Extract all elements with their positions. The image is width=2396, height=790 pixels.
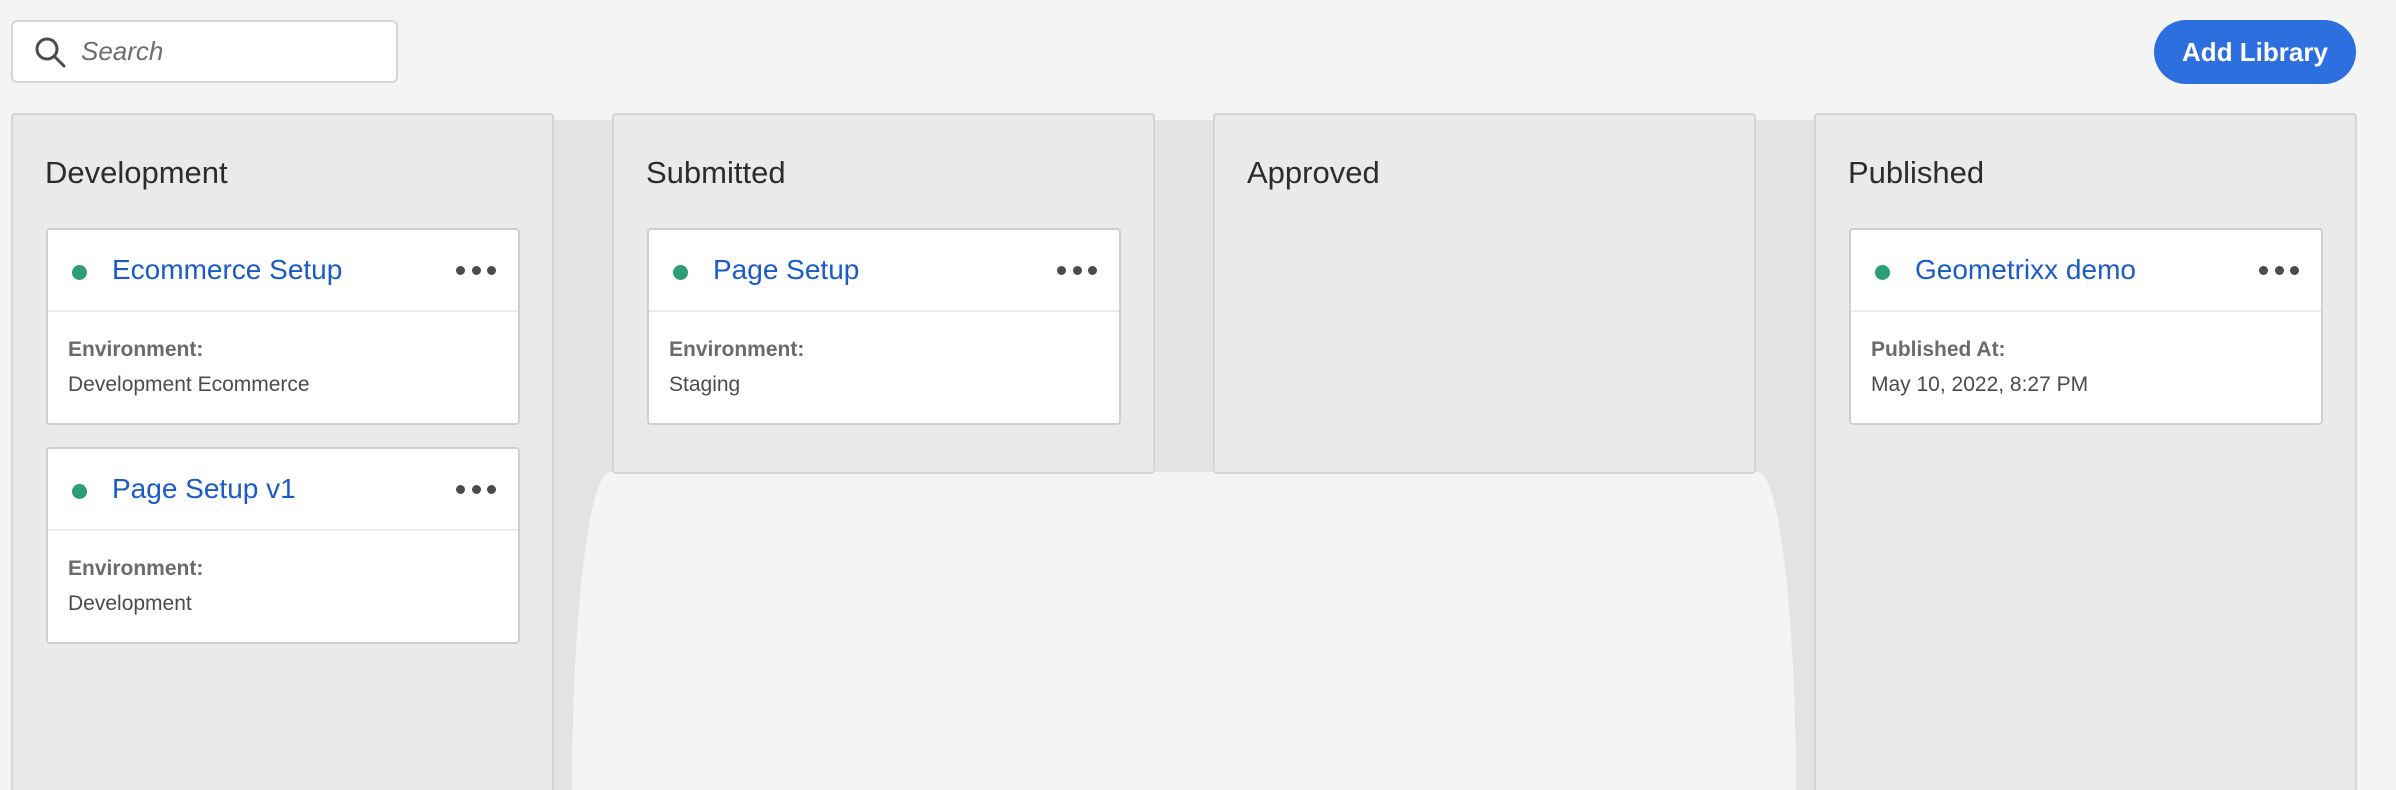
column-development: Development Ecommerce Setup Environment:… bbox=[11, 113, 554, 790]
status-dot-icon bbox=[673, 265, 688, 280]
status-dot-icon bbox=[72, 484, 87, 499]
status-dot-icon bbox=[72, 265, 87, 280]
workflow-connector-gap bbox=[572, 472, 1796, 790]
library-card: Page Setup Environment: Staging bbox=[647, 228, 1121, 425]
card-meta-label: Published At: bbox=[1871, 338, 2006, 361]
card-title-link[interactable]: Ecommerce Setup bbox=[112, 254, 342, 286]
card-meta-value: Staging bbox=[669, 373, 741, 396]
more-actions-icon[interactable] bbox=[456, 477, 496, 501]
more-actions-icon[interactable] bbox=[456, 258, 496, 282]
column-title: Approved bbox=[1247, 155, 1380, 190]
column-published: Published Geometrixx demo Published At: … bbox=[1814, 113, 2357, 790]
card-header: Ecommerce Setup bbox=[48, 230, 518, 312]
card-header: Page Setup bbox=[649, 230, 1119, 312]
card-body: Environment: Development bbox=[48, 531, 518, 642]
card-title-link[interactable]: Page Setup bbox=[713, 254, 859, 286]
search-box[interactable] bbox=[11, 20, 398, 83]
more-actions-icon[interactable] bbox=[1057, 258, 1097, 282]
card-meta-value: Development bbox=[68, 592, 192, 615]
card-meta-value: Development Ecommerce bbox=[68, 373, 310, 396]
card-title-link[interactable]: Geometrixx demo bbox=[1915, 254, 2136, 286]
column-submitted: Submitted Page Setup Environment: Stagin… bbox=[612, 113, 1155, 474]
add-library-button[interactable]: Add Library bbox=[2154, 20, 2356, 84]
status-dot-icon bbox=[1875, 265, 1890, 280]
search-input[interactable] bbox=[81, 31, 381, 72]
card-title-link[interactable]: Page Setup v1 bbox=[112, 473, 296, 505]
card-body: Environment: Development Ecommerce bbox=[48, 312, 518, 423]
card-meta-label: Environment: bbox=[669, 338, 805, 361]
card-meta-label: Environment: bbox=[68, 557, 204, 580]
library-workflow-board: Add Library Development Ecommerce Setup … bbox=[0, 0, 2396, 790]
column-approved: Approved bbox=[1213, 113, 1756, 474]
column-title: Submitted bbox=[646, 155, 786, 190]
library-card: Ecommerce Setup Environment: Development… bbox=[46, 228, 520, 425]
card-body: Published At: May 10, 2022, 8:27 PM bbox=[1851, 312, 2321, 423]
more-actions-icon[interactable] bbox=[2259, 258, 2299, 282]
search-icon bbox=[35, 37, 66, 67]
card-meta-value: May 10, 2022, 8:27 PM bbox=[1871, 373, 2089, 396]
card-meta-label: Environment: bbox=[68, 338, 204, 361]
card-header: Geometrixx demo bbox=[1851, 230, 2321, 312]
card-body: Environment: Staging bbox=[649, 312, 1119, 423]
library-card: Page Setup v1 Environment: Development bbox=[46, 447, 520, 644]
column-title: Published bbox=[1848, 155, 1985, 190]
column-title: Development bbox=[45, 155, 228, 190]
library-card: Geometrixx demo Published At: May 10, 20… bbox=[1849, 228, 2323, 425]
card-header: Page Setup v1 bbox=[48, 449, 518, 531]
